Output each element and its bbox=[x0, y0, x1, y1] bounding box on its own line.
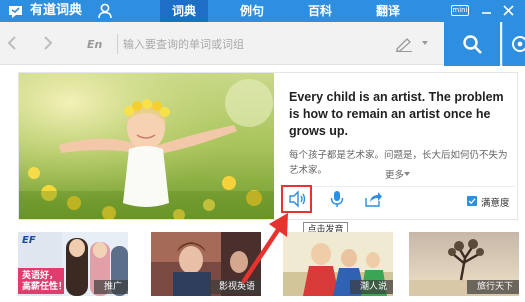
satisfaction-label: 满意度 bbox=[481, 198, 510, 209]
search-input[interactable] bbox=[123, 31, 383, 57]
promo-line-2: 高薪任性！ bbox=[22, 282, 68, 292]
mini-mode-button[interactable]: mini bbox=[451, 5, 469, 16]
thumbnail-tag: 推广 bbox=[93, 280, 128, 294]
promo-line-1: 英语好， bbox=[22, 271, 59, 281]
thumbnail-tag: 旅行天下 bbox=[466, 280, 519, 294]
card-divider bbox=[283, 186, 515, 187]
forward-arrow-icon[interactable] bbox=[38, 34, 56, 52]
app-window: 有道词典 词典 例句 百科 翻译 mini En 输入要查询的单词或词组 Eve… bbox=[0, 0, 525, 302]
thumbnail-promotion[interactable]: EF 英语好， 高薪任性！ 推广 bbox=[18, 232, 128, 296]
tab-dictionary[interactable]: 词典 bbox=[160, 0, 208, 22]
thumbnail-travel[interactable]: 旅行天下 bbox=[409, 232, 519, 296]
thumbnail-tag: 潮人说 bbox=[349, 280, 393, 294]
satisfaction-checkbox[interactable] bbox=[467, 196, 477, 206]
user-icon[interactable] bbox=[97, 2, 113, 19]
child-field-photo[interactable] bbox=[19, 73, 274, 219]
checkmark-icon bbox=[468, 198, 476, 205]
tab-encyclopedia[interactable]: 百科 bbox=[296, 0, 344, 22]
title-bar: 有道词典 词典 例句 百科 翻译 mini bbox=[0, 0, 525, 22]
search-button[interactable] bbox=[444, 22, 500, 66]
capture-icon bbox=[512, 36, 525, 52]
share-icon[interactable] bbox=[363, 189, 383, 209]
daily-quote-english: Every child is an artist. The problem is… bbox=[289, 90, 504, 138]
search-icon bbox=[463, 35, 482, 54]
tab-translate[interactable]: 翻译 bbox=[364, 0, 412, 22]
app-title: 有道词典 bbox=[30, 3, 83, 18]
speaker-highlight-box bbox=[281, 185, 312, 213]
tab-example-sentences[interactable]: 例句 bbox=[228, 0, 276, 22]
language-selector[interactable]: En bbox=[87, 38, 102, 51]
handwriting-pen-icon[interactable] bbox=[394, 36, 414, 52]
caret-down-icon[interactable] bbox=[403, 171, 411, 177]
more-link[interactable]: 更多 bbox=[385, 167, 404, 181]
chevron-down-icon[interactable] bbox=[421, 39, 429, 47]
search-divider bbox=[117, 34, 118, 54]
red-annotation-arrow bbox=[241, 213, 288, 284]
screen-capture-button[interactable] bbox=[502, 22, 525, 66]
daily-sentence-card: Every child is an artist. The problem is… bbox=[18, 72, 518, 220]
microphone-icon[interactable] bbox=[327, 189, 347, 209]
minimize-icon[interactable] bbox=[478, 2, 495, 19]
close-icon[interactable] bbox=[500, 2, 517, 19]
youdao-logo-icon bbox=[9, 6, 22, 18]
back-arrow-icon[interactable] bbox=[4, 34, 22, 52]
promo-brand-text: EF bbox=[22, 235, 36, 246]
